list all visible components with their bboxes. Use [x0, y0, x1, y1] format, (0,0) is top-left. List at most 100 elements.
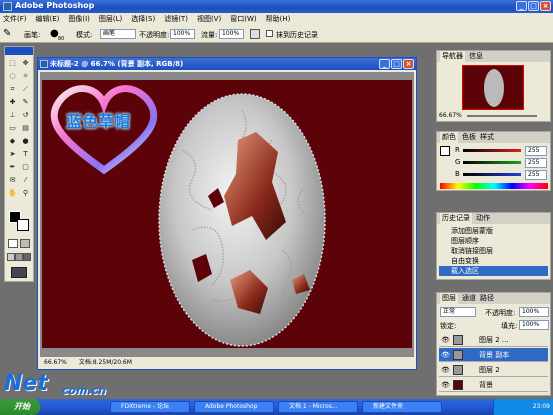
menu-item-0[interactable]: 文件(F)	[3, 14, 27, 24]
channel-value-g[interactable]: 255	[525, 158, 547, 168]
menu-item-1[interactable]: 编辑(E)	[36, 14, 60, 24]
layer-row[interactable]: 👁 图层 2 ...	[439, 333, 548, 347]
history-checkbox[interactable]	[266, 30, 273, 37]
pen-icon[interactable]: ✒	[7, 162, 18, 173]
brush-tool-icon[interactable]: ✎	[3, 28, 15, 40]
tab-layers[interactable]: 图层	[440, 293, 458, 304]
stamp-icon[interactable]: ⊥	[7, 110, 18, 121]
slice-icon[interactable]: ⟋	[20, 84, 31, 95]
menu-item-4[interactable]: 选择(S)	[131, 14, 155, 24]
menu-item-6[interactable]: 视图(V)	[197, 14, 221, 24]
navigator-zoom-slider[interactable]	[467, 115, 537, 117]
brush-size: 80	[58, 36, 65, 42]
menu-item-3[interactable]: 图层(L)	[99, 14, 122, 24]
photoshop-icon	[3, 2, 12, 11]
zoom-icon[interactable]: ⚲	[20, 188, 31, 199]
channel-slider-b[interactable]	[463, 173, 521, 176]
history-item[interactable]: 自由变换	[439, 256, 548, 266]
background-color-swatch[interactable]	[17, 219, 29, 231]
notes-icon[interactable]: ✉	[7, 175, 18, 186]
fill-field[interactable]: 100%	[519, 320, 549, 330]
color-palette: 颜色 色板 样式 R 255 G 255 B 255	[436, 131, 551, 191]
eye-icon[interactable]: 👁	[441, 333, 450, 347]
menu-item-8[interactable]: 帮助(H)	[266, 14, 291, 24]
history-brush-icon[interactable]: ↺	[20, 110, 31, 121]
navigator-tabs: 导航器 信息	[437, 51, 550, 62]
layer-thumbnail	[453, 365, 463, 375]
screen-mode-3-icon[interactable]	[23, 253, 31, 261]
quickmask-mode-icon[interactable]	[20, 239, 30, 248]
taskbar-item[interactable]: 新建文件夹	[362, 401, 442, 413]
minimize-button[interactable]: _	[516, 1, 527, 11]
healing-icon[interactable]: ✚	[7, 97, 18, 108]
color-foreground-swatch[interactable]	[440, 146, 450, 156]
image-canvas[interactable]: 蓝色草帽	[42, 80, 412, 348]
close-button[interactable]: ×	[540, 1, 551, 11]
maximize-button[interactable]: □	[528, 1, 539, 11]
opacity-field[interactable]: 100%	[170, 29, 195, 39]
eye-icon[interactable]: 👁	[441, 378, 450, 392]
start-button[interactable]: 开始	[0, 399, 40, 415]
tab-history[interactable]: 历史记录	[440, 213, 472, 224]
tab-channels[interactable]: 通道	[462, 293, 476, 304]
eye-icon[interactable]: 👁	[441, 363, 450, 377]
hand-icon[interactable]: ✋	[7, 188, 18, 199]
shape-icon[interactable]: ▢	[20, 162, 31, 173]
eye-icon[interactable]: 👁	[441, 348, 450, 362]
history-item[interactable]: 图层顺序	[439, 236, 548, 246]
screen-mode-1-icon[interactable]	[7, 253, 15, 261]
eraser-icon[interactable]: ▭	[7, 123, 18, 134]
doc-maximize-button[interactable]: □	[391, 59, 402, 69]
zoom-readout[interactable]: 66.67%	[44, 359, 67, 366]
blur-icon[interactable]: ◆	[7, 136, 18, 147]
eyedropper-icon[interactable]: ⁄	[20, 175, 31, 186]
tab-styles[interactable]: 样式	[480, 132, 494, 143]
magic-wand-icon[interactable]: ✧	[20, 71, 31, 82]
history-item[interactable]: 添加图层蒙版	[439, 226, 548, 236]
channel-value-r[interactable]: 255	[525, 146, 547, 156]
taskbar-item[interactable]: Adobe Photoshop	[194, 401, 274, 413]
color-spectrum-bar[interactable]	[440, 183, 548, 189]
dodge-icon[interactable]: ●	[20, 136, 31, 147]
taskbar-item[interactable]: 文档 1 - Micros...	[278, 401, 358, 413]
taskbar-item[interactable]: FDXtreme - 论坛	[110, 401, 190, 413]
tab-actions[interactable]: 动作	[476, 213, 490, 224]
menu-item-7[interactable]: 窗口(W)	[230, 14, 256, 24]
menu-item-5[interactable]: 滤镜(T)	[164, 14, 188, 24]
imageready-icon[interactable]	[11, 267, 27, 278]
channel-slider-r[interactable]	[463, 149, 521, 152]
navigator-thumbnail[interactable]	[462, 65, 524, 110]
standard-mode-icon[interactable]	[8, 239, 18, 248]
tab-paths[interactable]: 路径	[480, 293, 494, 304]
tab-swatches[interactable]: 色板	[462, 132, 476, 143]
history-item[interactable]: 取消链接图层	[439, 246, 548, 256]
type-icon[interactable]: T	[20, 149, 31, 160]
history-item[interactable]: 载入选区	[439, 266, 548, 276]
brush-icon[interactable]: ✎	[20, 97, 31, 108]
path-select-icon[interactable]: ➤	[7, 149, 18, 160]
tab-color[interactable]: 颜色	[440, 132, 458, 143]
channel-slider-g[interactable]	[463, 161, 521, 164]
crop-icon[interactable]: ⌗	[7, 84, 18, 95]
screen-mode-2-icon[interactable]	[15, 253, 23, 261]
marquee-icon[interactable]: ⬚	[7, 58, 18, 69]
lasso-icon[interactable]: ◌	[7, 71, 18, 82]
tab-navigator[interactable]: 导航器	[440, 51, 465, 62]
layer-row[interactable]: 👁 背景 副本	[439, 348, 548, 362]
layer-row[interactable]: 👁 图层 2	[439, 363, 548, 377]
gradient-icon[interactable]: ▤	[20, 123, 31, 134]
tab-info[interactable]: 信息	[469, 51, 483, 62]
app-title-bar: Adobe Photoshop _ □ ×	[0, 0, 553, 13]
airbrush-icon[interactable]	[250, 29, 260, 39]
mode-select[interactable]: 画笔	[100, 29, 136, 39]
doc-close-button[interactable]: ×	[403, 59, 414, 69]
doc-minimize-button[interactable]: _	[379, 59, 390, 69]
flow-field[interactable]: 100%	[219, 29, 244, 39]
menu-item-2[interactable]: 图像(I)	[68, 14, 90, 24]
menu-bar: 文件(F) 编辑(E) 图像(I) 图层(L) 选择(S) 滤镜(T) 视图(V) 窗口(W)…	[0, 13, 553, 25]
move-icon[interactable]: ✥	[20, 58, 31, 69]
channel-value-b[interactable]: 255	[525, 170, 547, 180]
blend-mode-select[interactable]: 正常	[440, 307, 476, 317]
layer-row[interactable]: 👁 背景	[439, 378, 548, 392]
layer-opacity-field[interactable]: 100%	[519, 307, 549, 317]
